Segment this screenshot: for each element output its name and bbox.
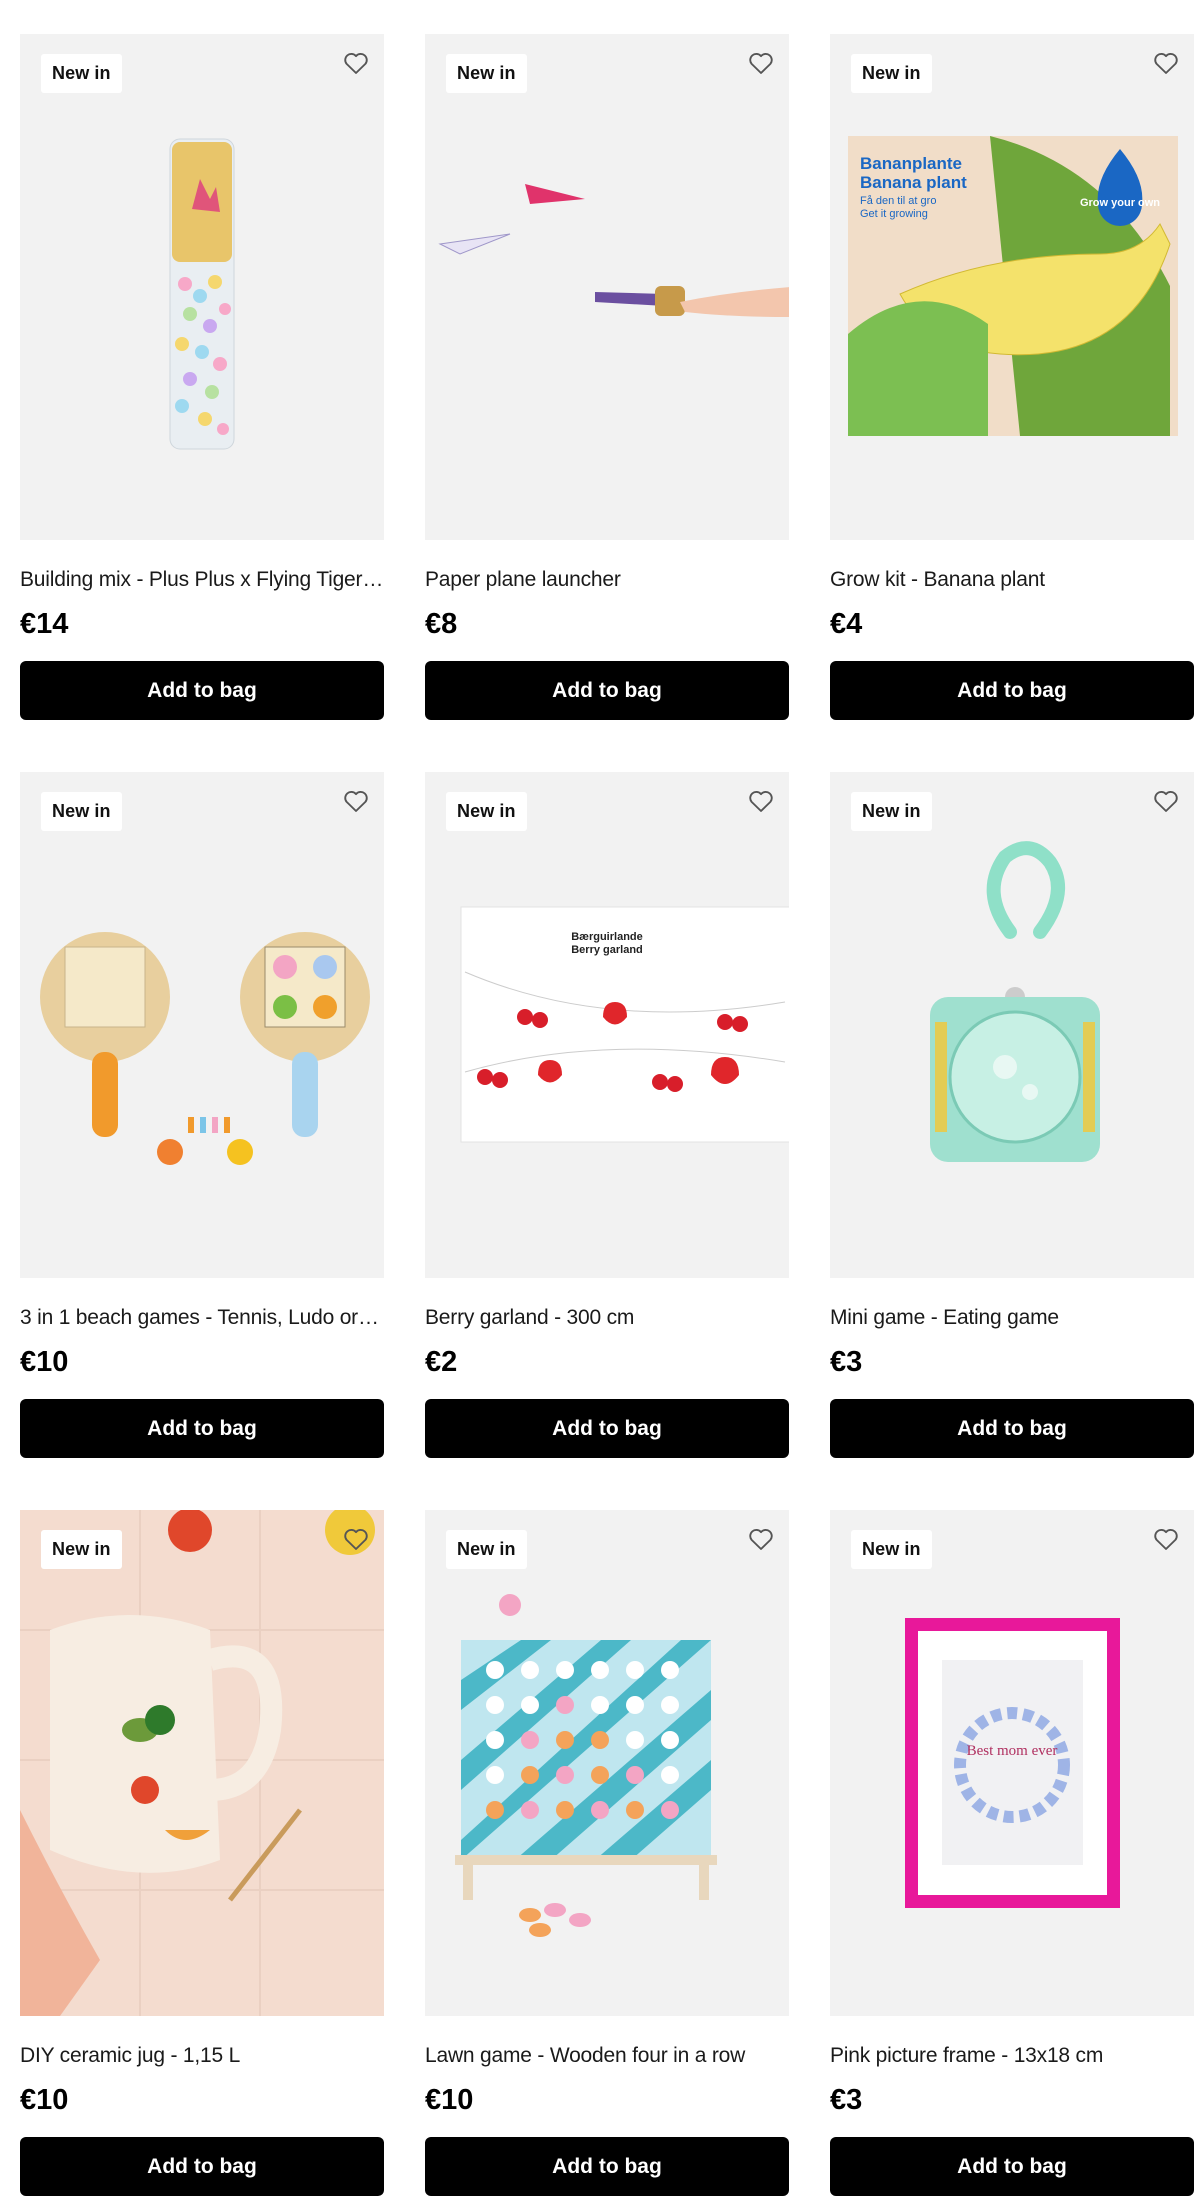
add-to-bag-button[interactable]: Add to bag [830,1399,1194,1458]
heart-outline-icon[interactable] [1151,1524,1181,1554]
product-card[interactable]: New in 3 in 1 beach games - Tennis, Ludo… [20,772,384,1458]
heart-outline-icon[interactable] [746,48,776,78]
product-price: €10 [425,2084,474,2116]
heart-outline-icon[interactable] [341,786,371,816]
add-to-bag-button[interactable]: Add to bag [20,2137,384,2196]
banana-grow-kit-image: Bananplante Banana plant Få den til at g… [848,136,1178,436]
package-drop-text: Grow your own [1080,197,1160,209]
product-card[interactable]: New in Building mix - Plus Plus x Flying… [20,34,384,720]
frame-print-text: Best mom ever [967,1743,1058,1759]
product-image[interactable]: New in [425,1510,789,2016]
product-card[interactable]: New in DIY ceramic jug - 1,15 L €10 Add … [20,1510,384,2196]
product-card[interactable]: New in Mini game - Eating game €3 Add to… [830,772,1194,1458]
product-price: €3 [830,2084,863,2116]
package-title-da: Bananplante [860,154,962,173]
product-title[interactable]: Building mix - Plus Plus x Flying Tiger … [20,568,384,592]
product-title[interactable]: Lawn game - Wooden four in a row [425,2044,789,2068]
add-to-bag-button[interactable]: Add to bag [425,1399,789,1458]
product-image[interactable]: New in [20,34,384,540]
new-in-badge: New in [446,792,527,831]
new-in-badge: New in [851,1530,932,1569]
product-image[interactable]: Bananplante Banana plant Få den til at g… [830,34,1194,540]
heart-outline-icon[interactable] [746,1524,776,1554]
product-price: €4 [830,608,863,640]
product-price: €10 [20,2084,69,2116]
product-card[interactable]: New in Lawn game - Wooden four in a row … [425,1510,789,2196]
product-title[interactable]: Grow kit - Banana plant [830,568,1194,592]
heart-outline-icon[interactable] [1151,48,1181,78]
new-in-badge: New in [446,1530,527,1569]
add-to-bag-button[interactable]: Add to bag [20,1399,384,1458]
product-title[interactable]: DIY ceramic jug - 1,15 L [20,2044,384,2068]
paper-plane-launcher-image [438,184,789,317]
mini-eating-game-image [930,841,1100,1162]
berry-garland-image: Bærguirlande Berry garland [460,906,789,1143]
product-title[interactable]: 3 in 1 beach games - Tennis, Ludo or Sna… [20,1306,384,1330]
ceramic-jug-image [20,1510,384,2016]
product-card[interactable]: New in Paper plane launcher €8 Add to ba… [425,34,789,720]
product-image[interactable]: New in [20,772,384,1278]
add-to-bag-button[interactable]: Add to bag [830,661,1194,720]
product-price: €3 [830,1346,863,1378]
product-price: €8 [425,608,458,640]
new-in-badge: New in [41,54,122,93]
product-card[interactable]: Bærguirlande Berry garland New in Berry … [425,772,789,1458]
product-image[interactable]: Bærguirlande Berry garland New in [425,772,789,1278]
product-image[interactable]: New in [830,772,1194,1278]
heart-outline-icon[interactable] [746,786,776,816]
heart-outline-icon[interactable] [341,1524,371,1554]
heart-outline-icon[interactable] [1151,786,1181,816]
add-to-bag-button[interactable]: Add to bag [20,661,384,720]
product-image[interactable]: Best mom ever New in [830,1510,1194,2016]
new-in-badge: New in [41,1530,122,1569]
beach-games-paddles-image [40,932,370,1165]
garland-title-en: Berry garland [571,944,643,956]
product-price: €14 [20,608,69,640]
new-in-badge: New in [851,792,932,831]
new-in-badge: New in [446,54,527,93]
building-mix-tube-image [169,138,235,450]
add-to-bag-button[interactable]: Add to bag [425,661,789,720]
product-image[interactable]: New in [20,1510,384,2016]
heart-outline-icon[interactable] [341,48,371,78]
product-price: €10 [20,1346,69,1378]
package-sub-da: Få den til at gro [860,195,936,207]
product-card[interactable]: Best mom ever New in Pink picture frame … [830,1510,1194,2196]
product-title[interactable]: Berry garland - 300 cm [425,1306,789,1330]
product-title[interactable]: Mini game - Eating game [830,1306,1194,1330]
pink-picture-frame-image: Best mom ever [905,1618,1120,1908]
garland-title-da: Bærguirlande [571,931,643,943]
package-title-en: Banana plant [860,173,967,192]
new-in-badge: New in [41,792,122,831]
add-to-bag-button[interactable]: Add to bag [425,2137,789,2196]
product-card[interactable]: Bananplante Banana plant Få den til at g… [830,34,1194,720]
product-title[interactable]: Paper plane launcher [425,568,789,592]
product-title[interactable]: Pink picture frame - 13x18 cm [830,2044,1194,2068]
new-in-badge: New in [851,54,932,93]
product-grid: New in Building mix - Plus Plus x Flying… [20,34,1194,2196]
product-image[interactable]: New in [425,34,789,540]
add-to-bag-button[interactable]: Add to bag [830,2137,1194,2196]
product-price: €2 [425,1346,458,1378]
four-in-a-row-image [455,1594,717,1937]
package-sub-en: Get it growing [860,208,928,220]
